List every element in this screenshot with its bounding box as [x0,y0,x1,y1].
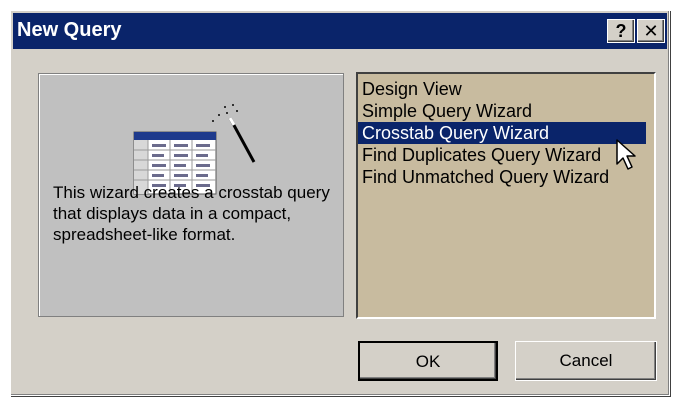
help-button[interactable]: ? [607,19,635,43]
description-panel: This wizard creates a crosstab query tha… [38,73,344,317]
query-option[interactable]: Crosstab Query Wizard [358,122,646,144]
close-button[interactable]: ✕ [637,19,665,43]
dialog-title: New Query [17,19,122,41]
mouse-cursor-icon [616,139,636,170]
wizard-description: This wizard creates a crosstab query tha… [53,183,330,244]
query-option[interactable]: Find Unmatched Query Wizard [358,166,654,188]
new-query-dialog: New Query ? ✕ This wizard creates a cros… [10,10,670,396]
query-option[interactable]: Simple Query Wizard [358,100,654,122]
title-bar: New Query ? ✕ [13,13,667,49]
query-type-list[interactable]: Design View Simple Query Wizard Crosstab Q… [356,72,656,319]
ok-button[interactable]: OK [358,341,498,381]
query-option[interactable]: Design View [358,78,654,100]
query-option[interactable]: Find Duplicates Query Wizard [358,144,654,166]
cancel-button[interactable]: Cancel [515,341,657,381]
